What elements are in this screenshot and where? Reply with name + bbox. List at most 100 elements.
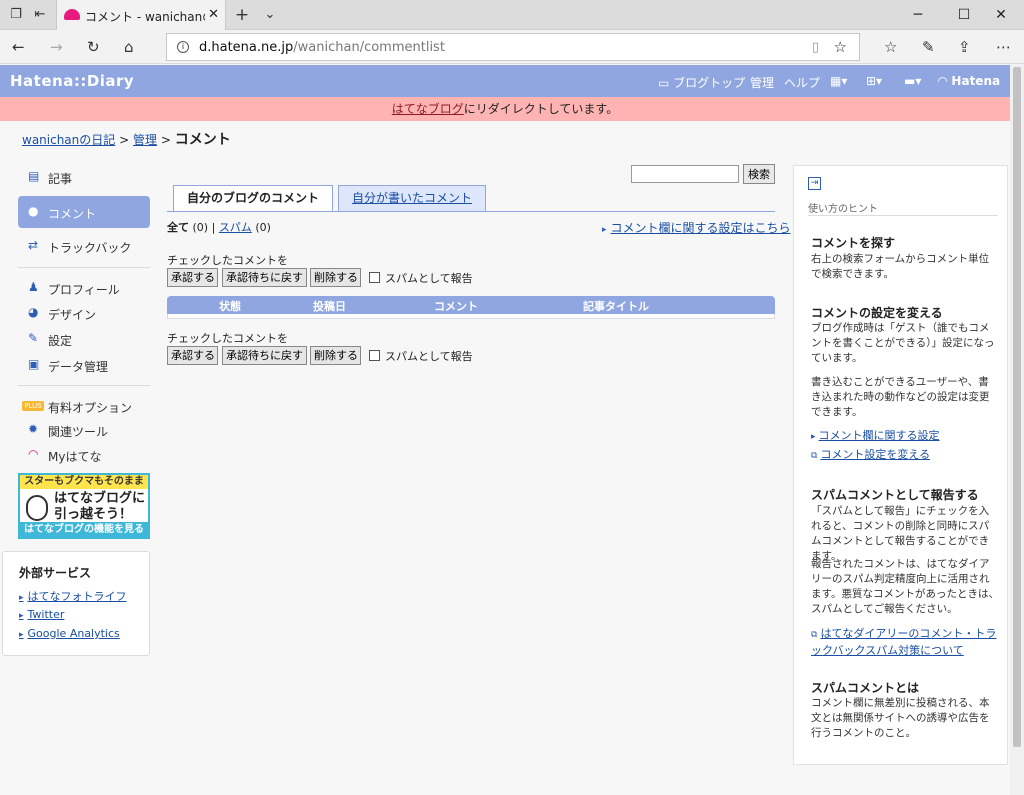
- web-page: Hatena::Diary ▭ ブログトップ 管理 ヘルプ ▦▾ ⊞▾ ▬▾ ◠…: [0, 65, 1010, 795]
- hint-link-row: ▸ コメント欄に関する設定: [811, 428, 999, 445]
- notes-pen-icon[interactable]: ✎: [922, 38, 935, 56]
- external-link-icon: ⧉: [811, 630, 818, 640]
- hints-panel: ⇥ 使い方のヒント コメントを探す 右上の検索フォームからコメント単位で検索でき…: [793, 165, 1008, 765]
- reading-view-icon[interactable]: ▯: [812, 40, 819, 55]
- person-icon: ♟: [28, 280, 39, 294]
- page-scrollbar[interactable]: [1010, 65, 1024, 795]
- spam-measures-link[interactable]: はてなダイアリーのコメント・トラックバックスパム対策について: [811, 627, 996, 657]
- return-pending-button[interactable]: 承認待ちに戻す: [222, 268, 307, 287]
- blog-icon: ▭: [658, 76, 670, 90]
- spam-report-label: スパムとして報告: [385, 350, 473, 363]
- tab-title: コメント - wanichanの日記: [85, 10, 205, 24]
- help-link[interactable]: ヘルプ: [784, 74, 820, 91]
- gear-icon: ✹: [28, 422, 39, 436]
- approve-button[interactable]: 承認する: [167, 346, 218, 365]
- hint-heading: コメントの設定を変える: [811, 306, 943, 320]
- delete-button[interactable]: 削除する: [310, 268, 361, 287]
- delete-button[interactable]: 削除する: [310, 346, 361, 365]
- hint-body: 右上の検索フォームからコメント単位で検索できます。: [811, 253, 990, 280]
- comment-settings-hint-link[interactable]: コメント欄に関する設定: [819, 429, 940, 442]
- external-link-icon: ⧉: [811, 451, 818, 461]
- new-tab-icon[interactable]: +: [234, 7, 250, 24]
- sidebar-divider: [18, 385, 150, 386]
- site-info-icon[interactable]: i: [177, 41, 189, 53]
- external-services: 外部サービス はてなフォトライフ Twitter Google Analytic…: [2, 551, 150, 656]
- sidebar-item-my-hatena[interactable]: ◠ Myはてな: [18, 439, 150, 471]
- pen-icon: [26, 495, 48, 521]
- hint-heading: スパムコメントとは: [811, 681, 920, 695]
- hint-body: 報告されたコメントは、はてなダイアリーのスパム判定精度向上に活用されます。悪質な…: [811, 558, 999, 615]
- blog-top-link[interactable]: ▭ ブログトップ: [658, 74, 745, 91]
- redirect-notice: はてなブログにリダイレクトしています。: [0, 97, 1010, 121]
- tab-my-written-comments[interactable]: 自分が書いたコメント: [338, 185, 486, 211]
- spam-report-checkbox[interactable]: [369, 350, 380, 361]
- hints-title: 使い方のヒント: [808, 204, 878, 215]
- hints-divider: [808, 215, 998, 216]
- comment-settings-link[interactable]: コメント欄に関する設定はこちら: [602, 219, 791, 236]
- comment-filter: 全て (0) | スパム (0): [167, 221, 271, 234]
- breadcrumb: wanichanの日記 > 管理 > コメント: [22, 132, 231, 148]
- admin-link[interactable]: 管理: [750, 74, 774, 91]
- hatena-blog-link[interactable]: はてなブログ: [392, 102, 464, 116]
- breadcrumb-diary[interactable]: wanichanの日記: [22, 133, 115, 147]
- spam-report-checkbox[interactable]: [369, 272, 380, 283]
- tab-my-blog-comments[interactable]: 自分のブログのコメント: [173, 185, 333, 212]
- refresh-icon[interactable]: ↻: [87, 38, 100, 56]
- sidebar-item-articles[interactable]: ▤ 記事: [18, 161, 150, 193]
- hatena-icon: ◠: [28, 447, 39, 461]
- browser-nav-bar: ← → ↻ ⌂ i d.hatena.ne.jp/wanichan/commen…: [0, 30, 1024, 64]
- speech-bubble-icon: ●: [28, 204, 39, 218]
- page-title: コメント: [174, 132, 231, 148]
- comment-table-header: 状態 投稿日 コメント 記事タイトル: [167, 296, 775, 314]
- share-icon[interactable]: ⇪: [958, 38, 971, 56]
- approve-button[interactable]: 承認する: [167, 268, 218, 287]
- change-comment-settings-link[interactable]: コメント設定を変える: [820, 448, 930, 461]
- apps-grid-icon[interactable]: ⊞▾: [866, 74, 882, 88]
- back-icon[interactable]: ←: [12, 38, 25, 56]
- collapse-panel-icon[interactable]: ⇥: [808, 177, 821, 190]
- wrench-icon: ✎: [28, 331, 39, 345]
- browser-tab[interactable]: コメント - wanichanの日記 ✕: [56, 0, 226, 30]
- sidebar-item-trackback[interactable]: ⇄ トラックバック: [18, 230, 150, 262]
- set-tabs-aside-icon[interactable]: ⇤: [32, 7, 48, 23]
- hatena-favicon-icon: [64, 9, 80, 20]
- hint-link-row: ⧉ コメント設定を変える: [811, 447, 999, 464]
- return-pending-button[interactable]: 承認待ちに戻す: [222, 346, 307, 365]
- comment-table-body: [167, 314, 775, 319]
- hatena-diary-logo[interactable]: Hatena::Diary: [10, 72, 134, 90]
- hint-body: 「スパムとして報告」にチェックを入れると、コメントの削除と同時にスパムコメントと…: [811, 505, 990, 562]
- google-analytics-link[interactable]: Google Analytics: [19, 627, 120, 640]
- color-menu-icon[interactable]: ▦▾: [830, 74, 847, 88]
- chevron-down-icon[interactable]: ⌄: [262, 7, 278, 23]
- url-text[interactable]: d.hatena.ne.jp/wanichan/commentlist: [199, 40, 445, 55]
- external-services-title: 外部サービス: [19, 566, 92, 580]
- notification-icon[interactable]: ▬▾: [904, 74, 921, 88]
- scrollbar-thumb[interactable]: [1013, 67, 1021, 747]
- hatena-menu[interactable]: ◠ Hatena: [938, 74, 1000, 88]
- tab-actions-icon[interactable]: ❐: [8, 7, 24, 23]
- address-bar[interactable]: i d.hatena.ne.jp/wanichan/commentlist ▯ …: [166, 33, 860, 61]
- minimize-icon[interactable]: ─: [895, 4, 941, 26]
- hint-link-row: ⧉ はてなダイアリーのコメント・トラックバックスパム対策について: [811, 626, 999, 659]
- close-tab-icon[interactable]: ✕: [208, 7, 219, 22]
- spam-filter-link[interactable]: スパム: [219, 221, 252, 234]
- home-icon[interactable]: ⌂: [124, 38, 134, 56]
- search-input[interactable]: [631, 165, 739, 183]
- breadcrumb-admin[interactable]: 管理: [133, 133, 157, 147]
- photolife-link[interactable]: はてなフォトライフ: [19, 588, 127, 604]
- close-window-icon[interactable]: ✕: [978, 4, 1024, 26]
- hint-body: ブログ作成時は「ゲスト（誰でもコメントを書くことができる）」設定になっています。: [811, 322, 995, 364]
- arrow-right-icon: ▸: [811, 432, 816, 442]
- database-icon: ▣: [28, 357, 40, 371]
- sidebar-item-comments[interactable]: ● コメント: [18, 196, 150, 228]
- hatena-header: Hatena::Diary ▭ ブログトップ 管理 ヘルプ ▦▾ ⊞▾ ▬▾ ◠…: [0, 65, 1010, 97]
- search-button[interactable]: 検索: [743, 164, 775, 184]
- favorites-list-icon[interactable]: ☆: [884, 38, 897, 56]
- action-caption: チェックしたコメントを: [167, 332, 288, 345]
- favorite-star-icon[interactable]: ☆: [834, 38, 847, 56]
- hatena-blog-banner[interactable]: スターもブクマもそのまま はてなブログに 引っ越そう！ はてなブログの機能を見る: [18, 473, 150, 539]
- more-menu-icon[interactable]: ⋯: [996, 38, 1011, 56]
- sidebar-item-data[interactable]: ▣ データ管理: [18, 349, 150, 381]
- forward-icon[interactable]: →: [50, 38, 63, 56]
- twitter-link[interactable]: Twitter: [19, 608, 65, 621]
